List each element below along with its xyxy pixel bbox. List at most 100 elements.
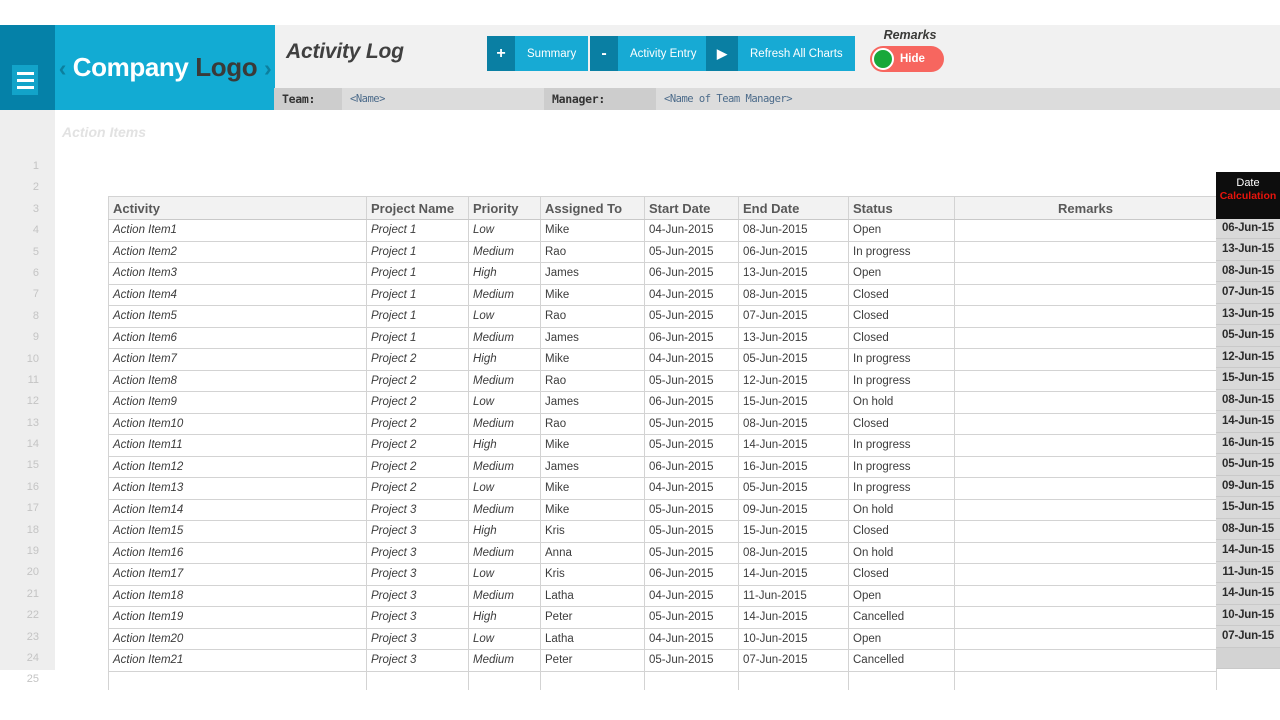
cell-project-name[interactable]: Project 2 [367,349,469,371]
date-calculation-cell[interactable]: 05-Jun-15 [1216,325,1280,347]
row-number[interactable]: 23 [0,627,55,648]
cell-remarks[interactable] [955,521,1217,543]
cell-activity[interactable]: Action Item16 [109,542,367,564]
table-row[interactable]: Action Item15Project 3HighKris05-Jun-201… [109,521,1217,543]
table-row[interactable]: Action Item16Project 3MediumAnna05-Jun-2… [109,542,1217,564]
cell-priority[interactable]: High [469,607,541,629]
cell-remarks[interactable] [955,542,1217,564]
cell-end-date[interactable]: 07-Jun-2015 [739,650,849,672]
row-number[interactable]: 18 [0,520,55,541]
cell-start-date[interactable]: 05-Jun-2015 [645,521,739,543]
cell-priority[interactable]: Low [469,478,541,500]
cell-activity[interactable]: Action Item7 [109,349,367,371]
cell-end-date[interactable]: 10-Jun-2015 [739,628,849,650]
cell-end-date[interactable]: 05-Jun-2015 [739,349,849,371]
cell-priority[interactable]: Low [469,564,541,586]
column-header-start-date[interactable]: Start Date [645,197,739,220]
cell-start-date[interactable]: 05-Jun-2015 [645,650,739,672]
date-calculation-cell[interactable]: 10-Jun-15 [1216,605,1280,627]
date-calculation-cell[interactable]: 07-Jun-15 [1216,626,1280,648]
cell-start-date[interactable]: 05-Jun-2015 [645,370,739,392]
table-row[interactable]: Action Item17Project 3LowKris06-Jun-2015… [109,564,1217,586]
cell-status[interactable]: Closed [849,521,955,543]
cell-activity[interactable]: Action Item6 [109,327,367,349]
cell-start-date[interactable]: 05-Jun-2015 [645,435,739,457]
cell-end-date[interactable]: 16-Jun-2015 [739,456,849,478]
date-calculation-cell[interactable]: 08-Jun-15 [1216,261,1280,283]
cell-activity[interactable]: Action Item15 [109,521,367,543]
cell-assigned-to[interactable]: Mike [541,478,645,500]
summary-button[interactable]: + Summary [487,36,588,71]
cell-remarks[interactable] [955,349,1217,371]
cell-remarks[interactable] [955,499,1217,521]
column-header-remarks[interactable]: Remarks [955,197,1217,220]
cell-status[interactable]: Open [849,263,955,285]
cell-project-name[interactable]: Project 1 [367,284,469,306]
column-header-status[interactable]: Status [849,197,955,220]
cell-priority[interactable]: Medium [469,499,541,521]
row-number[interactable]: 22 [0,605,55,626]
cell-activity[interactable]: Action Item12 [109,456,367,478]
cell-assigned-to[interactable]: Mike [541,220,645,242]
cell-start-date[interactable]: 04-Jun-2015 [645,628,739,650]
cell-assigned-to[interactable]: Kris [541,521,645,543]
cell-start-date[interactable]: 06-Jun-2015 [645,392,739,414]
cell-start-date[interactable]: 05-Jun-2015 [645,241,739,263]
table-row[interactable]: Action Item6Project 1MediumJames06-Jun-2… [109,327,1217,349]
table-row[interactable]: Action Item1Project 1LowMike04-Jun-20150… [109,220,1217,242]
cell-end-date[interactable]: 13-Jun-2015 [739,327,849,349]
cell-remarks[interactable] [955,392,1217,414]
row-number[interactable]: 12 [0,391,55,412]
cell-assigned-to[interactable]: Mike [541,499,645,521]
cell-assigned-to[interactable]: Rao [541,413,645,435]
cell-start-date[interactable]: 04-Jun-2015 [645,585,739,607]
date-calculation-cell[interactable]: 14-Jun-15 [1216,540,1280,562]
cell-remarks[interactable] [955,370,1217,392]
row-number[interactable]: 6 [0,263,55,284]
cell-start-date[interactable]: 05-Jun-2015 [645,413,739,435]
column-header-activity[interactable]: Activity [109,197,367,220]
cell-priority[interactable]: Low [469,306,541,328]
row-number[interactable]: 13 [0,413,55,434]
cell-remarks[interactable] [955,628,1217,650]
cell-priority[interactable]: Medium [469,284,541,306]
cell-project-name[interactable]: Project 3 [367,585,469,607]
cell-end-date[interactable]: 14-Jun-2015 [739,564,849,586]
date-calculation-cell[interactable]: 08-Jun-15 [1216,519,1280,541]
table-row[interactable]: Action Item5Project 1LowRao05-Jun-201507… [109,306,1217,328]
cell-remarks[interactable] [955,564,1217,586]
cell-project-name[interactable]: Project 3 [367,499,469,521]
row-number[interactable]: 24 [0,648,55,669]
cell-status[interactable]: In progress [849,478,955,500]
cell-start-date[interactable]: 04-Jun-2015 [645,220,739,242]
table-row[interactable]: Action Item12Project 2MediumJames06-Jun-… [109,456,1217,478]
cell-assigned-to[interactable]: Rao [541,306,645,328]
table-row[interactable]: Action Item8Project 2MediumRao05-Jun-201… [109,370,1217,392]
cell-start-date[interactable]: 06-Jun-2015 [645,263,739,285]
cell-remarks[interactable] [955,327,1217,349]
cell-status[interactable]: Open [849,220,955,242]
date-calculation-cell[interactable]: 14-Jun-15 [1216,411,1280,433]
cell-status[interactable]: Closed [849,306,955,328]
cell-status[interactable]: Cancelled [849,650,955,672]
date-calculation-cell[interactable]: 09-Jun-15 [1216,476,1280,498]
cell-activity[interactable]: Action Item1 [109,220,367,242]
row-number[interactable]: 9 [0,327,55,348]
company-logo[interactable]: ‹ Company Logo › [55,25,275,110]
cell-remarks[interactable] [955,220,1217,242]
date-calculation-cell[interactable]: 14-Jun-15 [1216,583,1280,605]
remarks-hide-toggle[interactable]: Hide [870,46,944,72]
cell-assigned-to[interactable]: Rao [541,370,645,392]
cell-assigned-to[interactable]: Mike [541,349,645,371]
cell-start-date[interactable]: 05-Jun-2015 [645,499,739,521]
cell-project-name[interactable]: Project 1 [367,327,469,349]
cell-project-name[interactable]: Project 2 [367,370,469,392]
row-number[interactable]: 14 [0,434,55,455]
row-number[interactable]: 21 [0,584,55,605]
row-number[interactable]: 2 [0,177,55,198]
cell-priority[interactable]: High [469,263,541,285]
cell-assigned-to[interactable]: Anna [541,542,645,564]
cell-priority[interactable]: High [469,349,541,371]
cell-project-name[interactable]: Project 1 [367,241,469,263]
table-row[interactable]: Action Item18Project 3MediumLatha04-Jun-… [109,585,1217,607]
